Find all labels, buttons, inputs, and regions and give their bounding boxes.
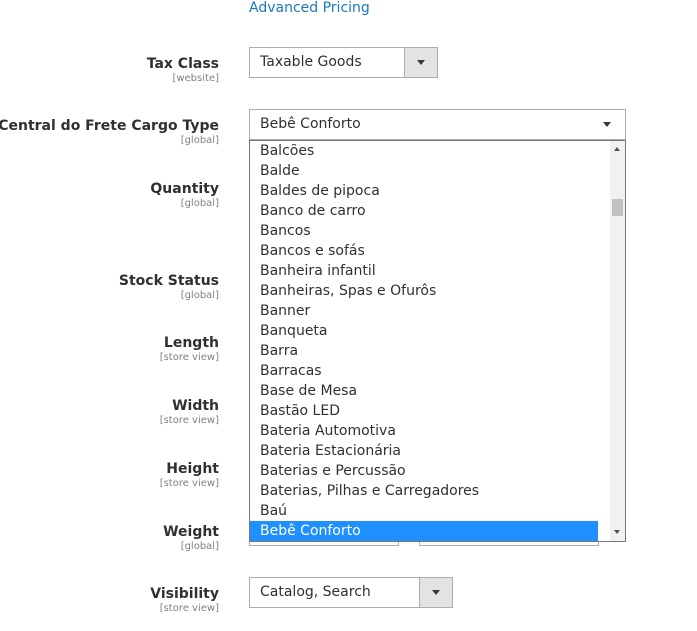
length-scope: [store view]	[159, 352, 219, 363]
chevron-down-icon	[603, 122, 611, 127]
quantity-scope: [global]	[180, 198, 219, 209]
stock-status-scope: [global]	[180, 290, 219, 301]
scrollbar-thumb[interactable]	[612, 199, 623, 216]
cargo-type-select[interactable]: Bebê Conforto	[249, 109, 626, 140]
dropdown-option[interactable]: Base de Mesa	[250, 381, 598, 401]
weight-scope: [global]	[180, 541, 219, 552]
dropdown-option[interactable]: Barra	[250, 341, 598, 361]
dropdown-option[interactable]: Balcões	[250, 141, 598, 161]
dropdown-option[interactable]: Bebê Conforto	[250, 521, 598, 541]
length-label: Length	[163, 335, 219, 351]
tax-class-label: Tax Class	[146, 56, 219, 72]
cargo-type-select-arrow[interactable]	[591, 110, 625, 139]
dropdown-option[interactable]: Bateria Estacionária	[250, 441, 598, 461]
visibility-scope: [store view]	[159, 603, 219, 614]
dropdown-option[interactable]: Barracas	[250, 361, 598, 381]
dropdown-option[interactable]: Baú	[250, 501, 598, 521]
dropdown-option[interactable]: Banco de carro	[250, 201, 598, 221]
dropdown-option[interactable]: Banheira infantil	[250, 261, 598, 281]
width-scope: [store view]	[159, 415, 219, 426]
width-label: Width	[172, 398, 219, 414]
cargo-type-options: Balcões Balde Baldes de pipoca Banco de car…	[250, 141, 625, 541]
visibility-select[interactable]: Catalog, Search	[249, 577, 453, 608]
cargo-type-scope: [global]	[180, 135, 219, 146]
dropdown-option[interactable]: Banheiras, Spas e Ofurôs	[250, 281, 598, 301]
weight-label-group: Weight [global]	[163, 523, 219, 553]
weight-label: Weight	[163, 524, 219, 540]
height-scope: [store view]	[159, 478, 219, 489]
dropdown-option[interactable]: Baldes de pipoca	[250, 181, 598, 201]
width-label-group: Width [store view]	[160, 397, 219, 427]
tax-class-select[interactable]: Taxable Goods	[249, 47, 438, 78]
dropdown-option[interactable]: Banner	[250, 301, 598, 321]
scroll-down-arrow-icon[interactable]	[614, 530, 620, 534]
tax-class-label-group: Tax Class [website]	[147, 55, 219, 85]
visibility-select-arrow[interactable]	[419, 578, 452, 607]
height-label: Height	[166, 461, 219, 477]
tax-class-select-arrow[interactable]	[404, 48, 437, 77]
cargo-type-label-group: Central do Frete Cargo Type [global]	[0, 117, 219, 147]
chevron-down-icon	[432, 590, 440, 595]
quantity-label: Quantity	[150, 181, 219, 197]
visibility-value: Catalog, Search	[260, 584, 371, 600]
dropdown-option[interactable]: Bateria Automotiva	[250, 421, 598, 441]
dropdown-option[interactable]: Bastão LED	[250, 401, 598, 421]
stock-status-label-group: Stock Status [global]	[119, 272, 219, 302]
tax-class-value: Taxable Goods	[260, 54, 362, 70]
dropdown-scrollbar[interactable]	[610, 141, 625, 541]
height-label-group: Height [store view]	[160, 460, 219, 490]
visibility-label: Visibility	[150, 586, 219, 602]
stock-status-label: Stock Status	[118, 273, 219, 289]
scroll-up-arrow-icon[interactable]	[614, 147, 620, 151]
dropdown-option[interactable]: Banqueta	[250, 321, 598, 341]
visibility-label-group: Visibility [store view]	[150, 585, 219, 615]
advanced-pricing-link[interactable]: Advanced Pricing	[249, 0, 370, 16]
cargo-type-label: Central do Frete Cargo Type	[0, 118, 219, 134]
dropdown-option[interactable]: Bancos	[250, 221, 598, 241]
dropdown-option[interactable]: Baterias, Pilhas e Carregadores	[250, 481, 598, 501]
length-label-group: Length [store view]	[160, 334, 219, 364]
dropdown-option[interactable]: Balde	[250, 161, 598, 181]
chevron-down-icon	[417, 60, 425, 65]
cargo-type-value: Bebê Conforto	[260, 116, 361, 132]
dropdown-option[interactable]: Bancos e sofás	[250, 241, 598, 261]
quantity-label-group: Quantity [global]	[150, 180, 219, 210]
dropdown-option[interactable]: Baterias e Percussão	[250, 461, 598, 481]
cargo-type-dropdown-list[interactable]: Balcões Balde Baldes de pipoca Banco de car…	[249, 140, 626, 542]
tax-class-scope: [website]	[172, 73, 219, 84]
